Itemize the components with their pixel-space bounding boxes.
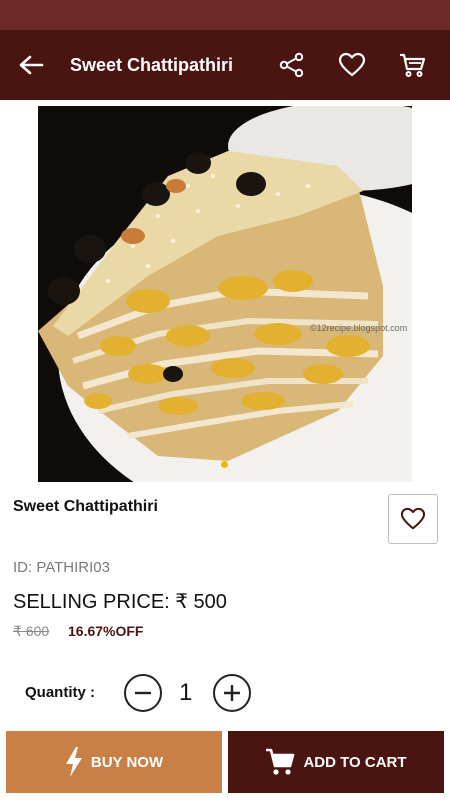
buy-now-button[interactable]: BUY NOW	[6, 731, 222, 793]
quantity-value: 1	[179, 679, 193, 706]
wishlist-button[interactable]	[388, 494, 438, 544]
heart-icon	[338, 52, 366, 77]
cart-button[interactable]	[382, 30, 442, 100]
page-title: Sweet Chattipathiri	[70, 54, 234, 75]
discount-badge: 16.67%OFF	[68, 623, 144, 639]
buy-now-label: BUY NOW	[90, 753, 164, 771]
app-bar: Sweet Chattipathiri	[0, 30, 450, 100]
decrease-quantity-button[interactable]	[124, 674, 162, 712]
image-watermark: ©12recipe.blogspot.com	[310, 323, 407, 333]
cart-icon	[265, 748, 295, 776]
minus-icon	[135, 691, 151, 695]
product-name: Sweet Chattipathiri	[13, 498, 158, 515]
status-bar	[0, 0, 450, 30]
share-icon	[279, 52, 304, 78]
lightning-icon	[65, 746, 83, 778]
plus-icon	[224, 685, 240, 701]
wishlist-header-button[interactable]	[322, 30, 382, 100]
cart-icon	[400, 53, 426, 77]
original-price: ₹ 600	[13, 623, 50, 639]
carousel-indicator-dot[interactable]	[221, 461, 228, 468]
product-id: ID: PATHIRI03	[13, 559, 110, 576]
add-to-cart-label: ADD TO CART	[303, 753, 407, 771]
share-button[interactable]	[262, 30, 322, 100]
heart-outline-icon	[400, 507, 426, 530]
increase-quantity-button[interactable]	[213, 674, 251, 712]
add-to-cart-button[interactable]: ADD TO CART	[228, 731, 444, 793]
selling-price: SELLING PRICE: ₹ 500	[13, 591, 227, 613]
back-arrow-icon	[19, 55, 44, 75]
quantity-label: Quantity :	[25, 684, 95, 701]
product-image[interactable]: ©12recipe.blogspot.com	[38, 106, 412, 482]
back-button[interactable]	[0, 30, 62, 100]
